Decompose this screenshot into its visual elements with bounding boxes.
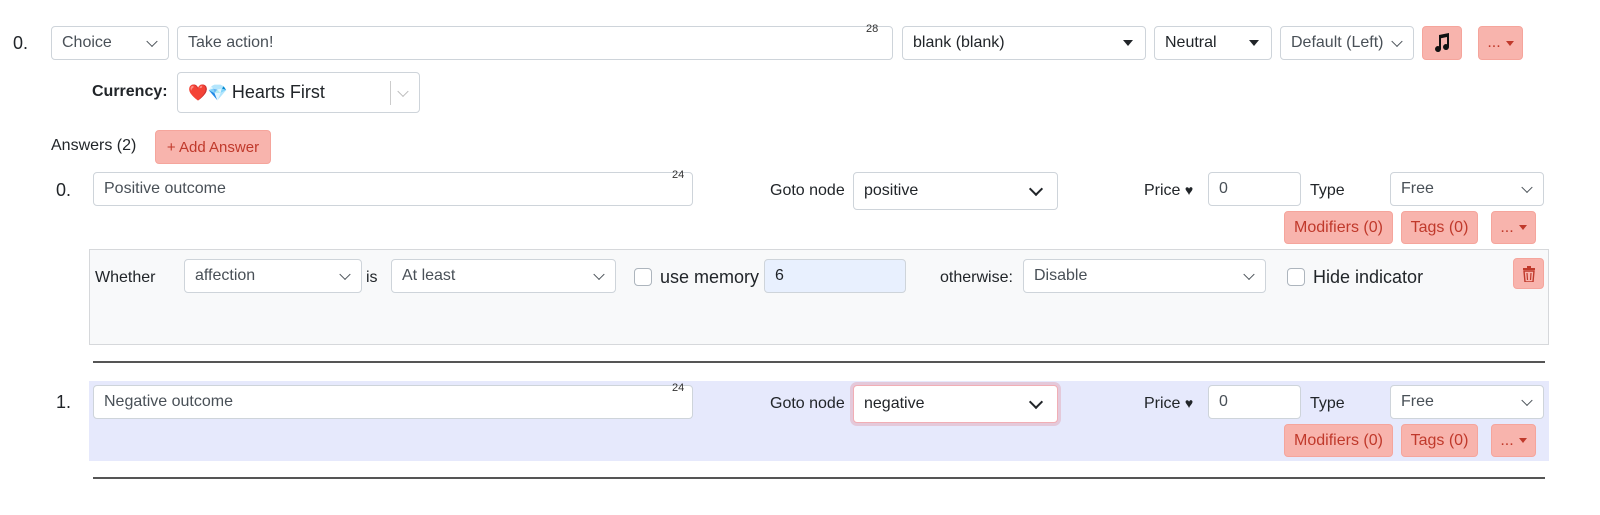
hide-indicator-checkbox[interactable] [1287,268,1305,286]
otherwise-label: otherwise: [940,269,1013,286]
music-note-icon [1435,33,1450,53]
emotion-select[interactable]: Neutral [1154,26,1272,60]
chevron-down-icon [1243,268,1255,281]
answer-index: 1. [56,392,72,412]
answer-text-input[interactable]: Positive outcome [93,172,693,206]
position-value: Default (Left) [1291,34,1384,51]
caret-down-icon [1249,40,1259,46]
condition-comparator-value: At least [402,267,456,284]
goto-node-value: negative [864,395,925,412]
heart-icon: ♥ [1184,182,1194,198]
answer-more-label: ... [1500,218,1514,236]
modifiers-button[interactable]: Modifiers (0) [1284,424,1393,457]
price-value: 0 [1219,180,1228,197]
condition-comparator-select[interactable]: At least [391,259,616,293]
chevron-down-icon [397,85,409,97]
currency-select[interactable]: ❤️💎 Hearts First [177,72,420,113]
emotion-value: Neutral [1165,34,1217,51]
node-text-input[interactable]: Take action! [177,26,893,60]
condition-variable-value: affection [195,267,256,284]
price-label-text: Price [1144,182,1181,199]
position-select[interactable]: Default (Left) [1280,26,1414,60]
price-value: 0 [1219,393,1228,410]
chevron-down-icon [1391,35,1403,48]
chevron-down-icon [146,35,158,48]
answers-heading: Answers (2) [51,137,137,154]
currency-label: Currency: [92,83,168,100]
chevron-down-icon [339,268,351,281]
delete-condition-button[interactable] [1513,258,1544,289]
node-text-value: Take action! [188,34,274,51]
goto-node-value: positive [864,182,919,199]
otherwise-value: Disable [1034,267,1088,284]
chevron-down-icon [1028,181,1044,197]
chevron-down-icon [1521,181,1533,194]
answer-more-button[interactable]: ... [1491,424,1536,457]
answer-divider [93,477,1545,479]
tags-button[interactable]: Tags (0) [1401,424,1478,457]
caret-down-icon [1518,225,1527,230]
answer-text-value: Negative outcome [104,393,233,410]
caret-down-icon [1505,40,1514,46]
speaker-select[interactable]: blank (blank) [902,26,1146,60]
goto-node-select[interactable]: negative [853,385,1058,423]
answer-text-counter: 24 [672,382,685,394]
price-input[interactable]: 0 [1208,385,1301,419]
type-value: Free [1401,180,1434,197]
music-button[interactable] [1422,26,1462,60]
goto-node-select[interactable]: positive [853,172,1058,210]
node-type-select[interactable]: Choice [51,26,169,60]
answer-more-label: ... [1500,431,1514,449]
answer-divider [93,361,1545,363]
condition-value-input[interactable]: 6 [764,259,906,293]
node-index: 0. [13,33,29,53]
hide-indicator-label: Hide indicator [1313,267,1424,287]
type-label: Type [1310,395,1345,412]
price-label-text: Price [1144,395,1181,412]
currency-divider [390,81,391,105]
type-select[interactable]: Free [1390,172,1544,206]
is-label: is [366,269,378,286]
node-type-value: Choice [62,34,112,51]
whether-label: Whether [95,269,156,286]
node-more-button[interactable]: ... [1478,26,1523,60]
answer-text-value: Positive outcome [104,180,226,197]
speaker-value: blank (blank) [913,34,1005,51]
type-value: Free [1401,393,1434,410]
answer-more-button[interactable]: ... [1491,211,1536,244]
node-text-counter: 28 [866,23,879,35]
type-select[interactable]: Free [1390,385,1544,419]
chevron-down-icon [1028,394,1044,410]
hearts-gems-icon: ❤️💎 [188,84,228,102]
type-label: Type [1310,182,1345,199]
answer-index: 0. [56,180,72,200]
trash-icon [1522,265,1535,282]
price-label: Price ♥ [1144,182,1193,200]
goto-node-label: Goto node [770,395,845,412]
chevron-down-icon [593,268,605,281]
chevron-down-icon [1521,394,1533,407]
caret-down-icon [1518,438,1527,443]
add-answer-button[interactable]: + Add Answer [155,130,271,164]
price-label: Price ♥ [1144,395,1193,413]
answer-text-counter: 24 [672,169,685,181]
otherwise-select[interactable]: Disable [1023,259,1266,293]
tags-button[interactable]: Tags (0) [1401,211,1478,244]
use-memory-label: use memory [660,267,760,287]
goto-node-label: Goto node [770,182,845,199]
node-more-label: ... [1487,34,1501,51]
currency-value: Hearts First [231,82,325,102]
caret-down-icon [1123,40,1133,46]
heart-icon: ♥ [1184,395,1194,411]
modifiers-button[interactable]: Modifiers (0) [1284,211,1393,244]
answer-text-input[interactable]: Negative outcome [93,385,693,419]
condition-variable-select[interactable]: affection [184,259,362,293]
use-memory-checkbox[interactable] [634,268,652,286]
condition-value: 6 [775,267,784,284]
price-input[interactable]: 0 [1208,172,1301,206]
